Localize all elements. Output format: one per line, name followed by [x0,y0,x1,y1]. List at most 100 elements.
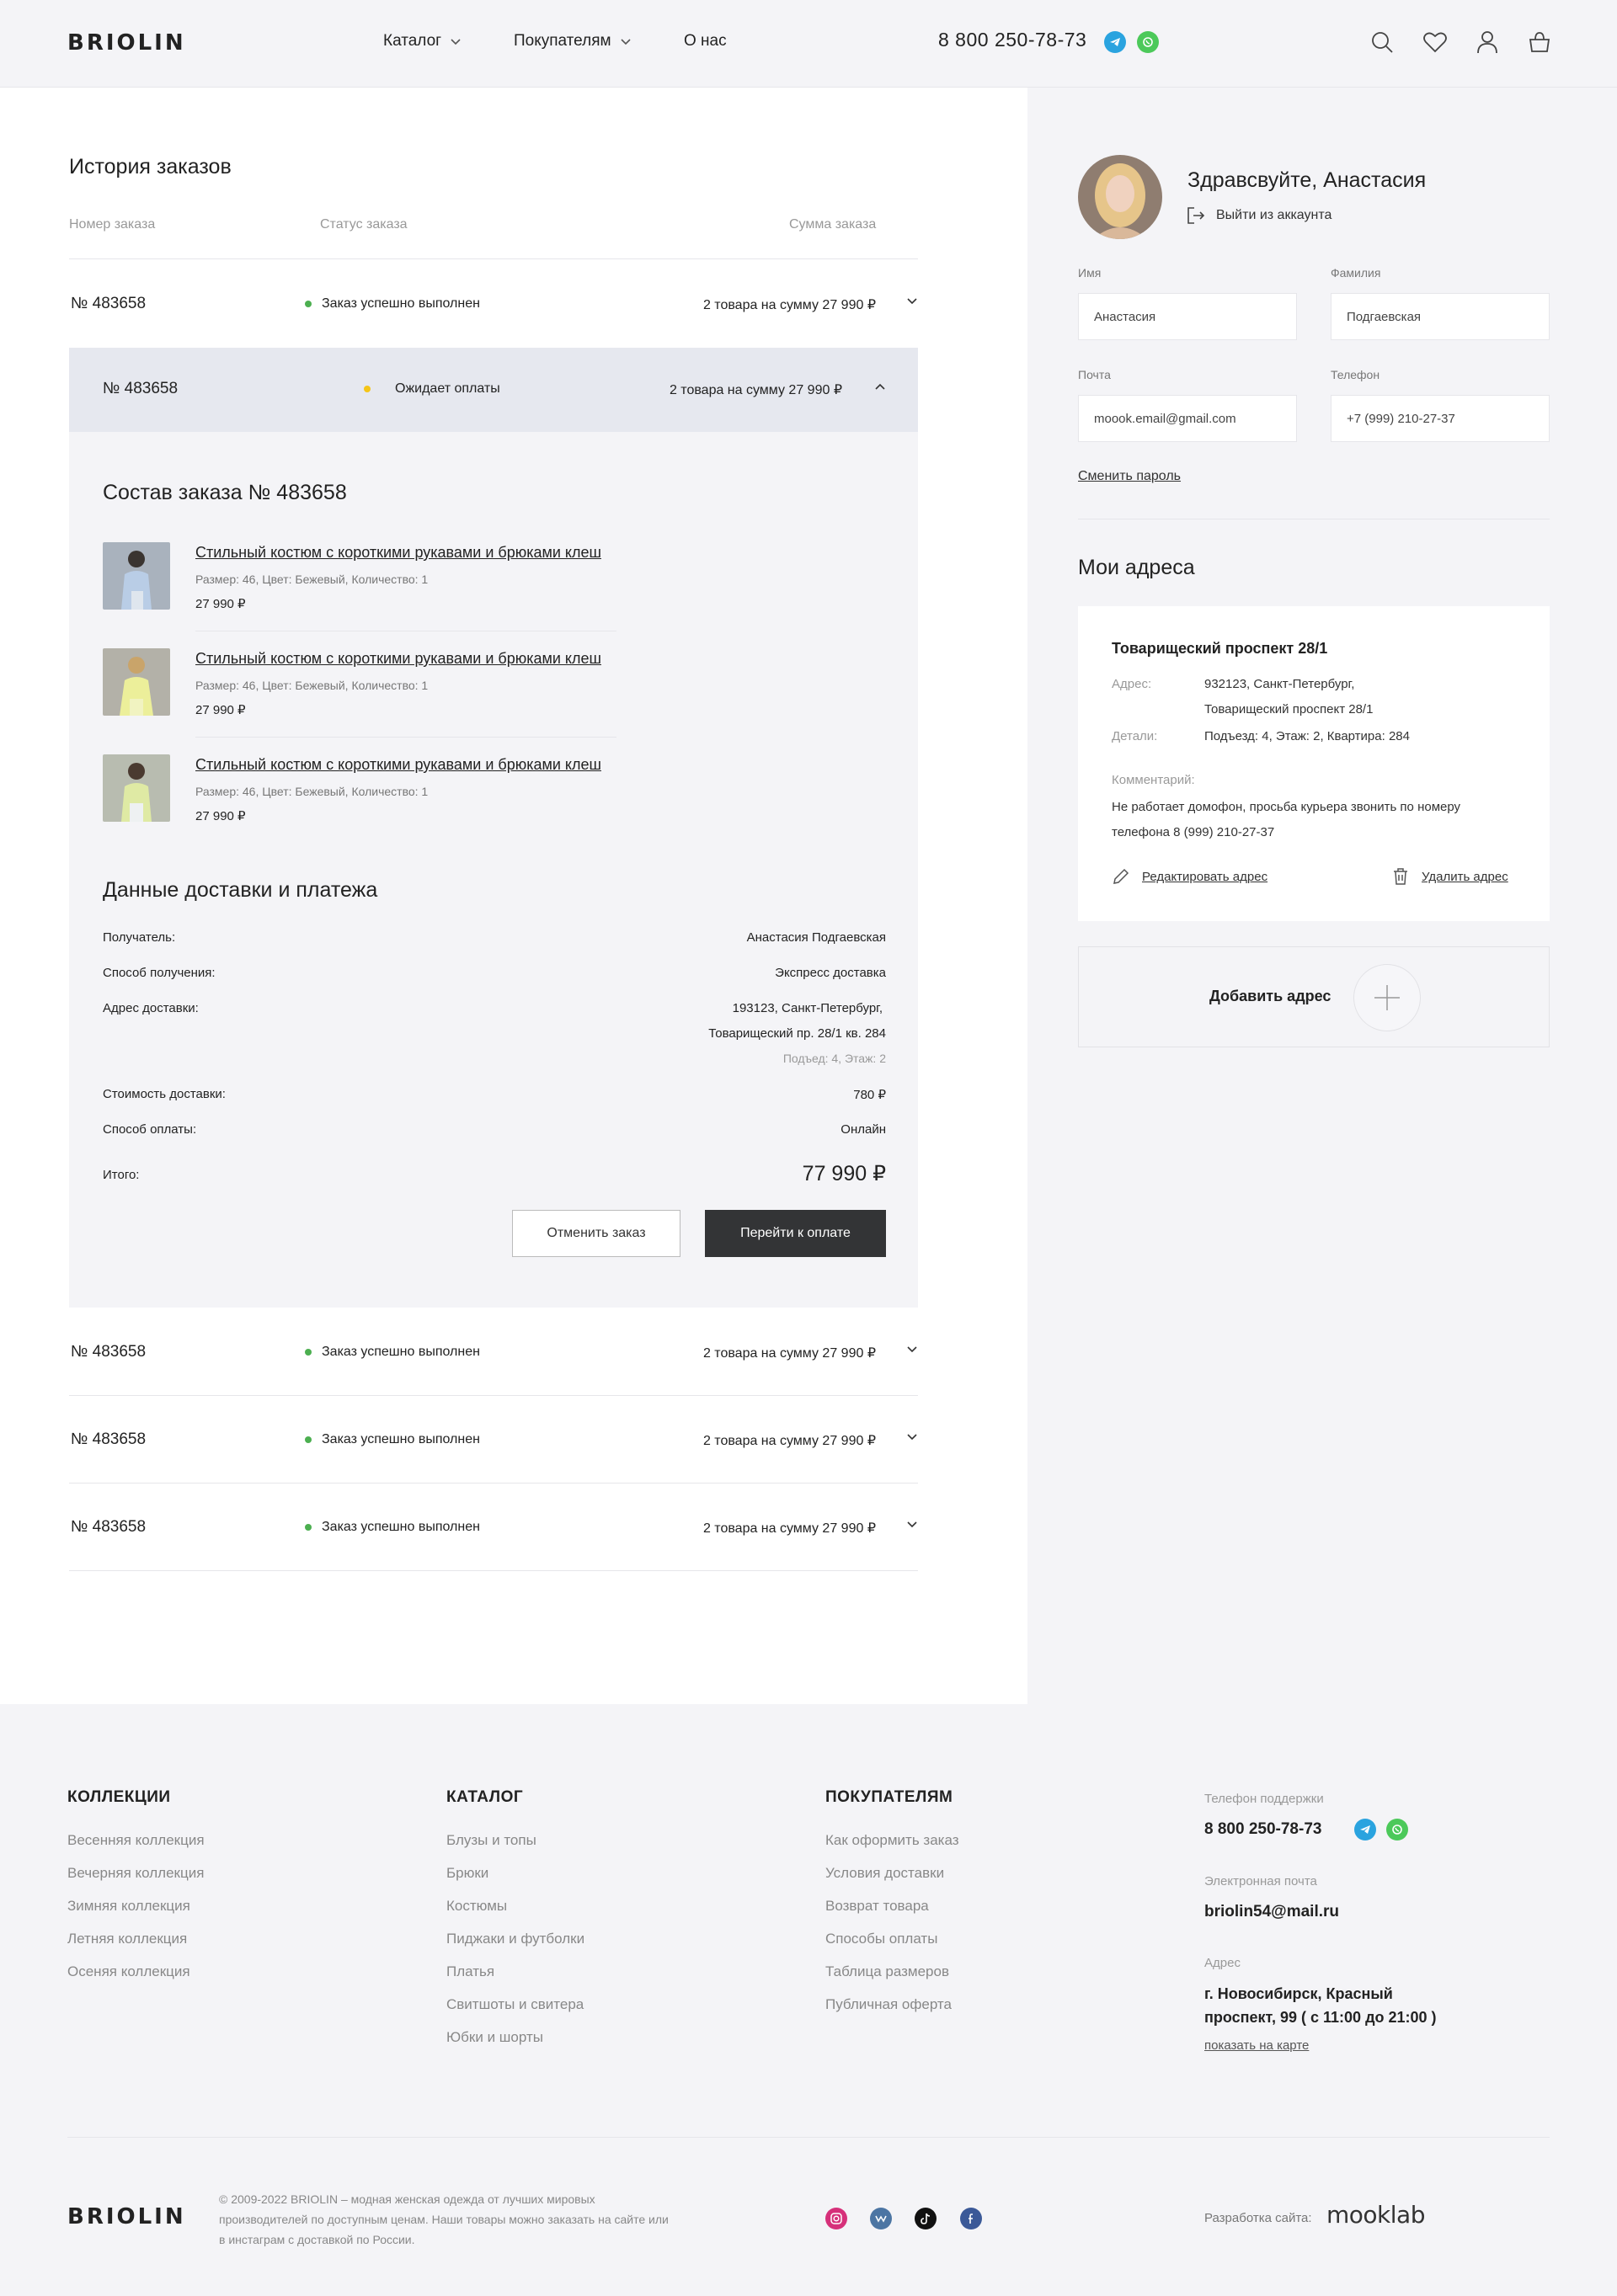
order-sum: 2 товара на сумму 27 990 ₽ [669,383,842,397]
footer-link[interactable]: Костюмы [446,1898,507,1915]
footer-link[interactable]: Свитшоты и свитера [446,1996,584,2013]
composition-title: Состав заказа № 483658 [103,481,347,504]
instagram-icon[interactable] [825,2208,847,2229]
email-field[interactable]: moook.email@gmail.com [1078,395,1297,442]
order-row[interactable]: № 483658 Заказ успешно выполнен 2 товара… [69,1395,918,1483]
status-dot [305,1436,312,1443]
divider [69,1570,918,1571]
vk-icon[interactable] [870,2208,892,2229]
order-number: № 483658 [71,1343,147,1361]
product-name-link[interactable]: Стильный костюм с короткими рукавами и б… [195,544,601,562]
address-card: Товарищеский проспект 28/1 Адрес: 932123… [1078,606,1550,921]
footer-link[interactable]: Пиджаки и футболки [446,1931,584,1947]
footer-link[interactable]: Способы оплаты [825,1931,937,1947]
copyright-line: в инстаграм с доставкой по России. [219,2233,415,2246]
product-meta: Размер: 46, Цвет: Бежевый, Количество: 1 [195,573,429,586]
footer-link[interactable]: Осеняя коллекция [67,1963,190,1980]
facebook-icon[interactable] [960,2208,982,2229]
last-name-label: Фамилия [1331,266,1381,280]
product-name-link[interactable]: Стильный костюм с короткими рукавами и б… [195,650,601,668]
phone-field[interactable]: +7 (999) 210-27-37 [1331,395,1550,442]
cancel-order-button[interactable]: Отменить заказ [512,1210,680,1257]
chevron-down-icon[interactable] [906,1518,918,1530]
product-image[interactable] [103,754,170,822]
greeting: Здравсвуйте, Анастасия [1187,168,1427,192]
recipient-value: Анастасия Подгаевская [746,930,886,945]
order-row[interactable]: № 483658 Заказ успешно выполнен 2 товара… [69,1308,918,1395]
footer-link[interactable]: Публичная оферта [825,1996,952,2013]
chevron-down-icon[interactable] [906,1430,918,1442]
chevron-down-icon[interactable] [906,1343,918,1355]
telegram-icon[interactable] [1354,1819,1376,1841]
developer-logo[interactable]: mooklab [1326,2201,1425,2229]
footer-link[interactable]: Блузы и топы [446,1832,536,1849]
footer-link[interactable]: Весенняя коллекция [67,1832,205,1849]
footer-link[interactable]: Таблица размеров [825,1963,949,1980]
delivery-title: Данные доставки и платежа [103,878,378,902]
order-row-expanded[interactable]: № 483658 Ожидает оплаты 2 товара на сумм… [69,348,918,432]
footer-col-catalog-title: КАТАЛОГ [446,1788,524,1806]
footer-link[interactable]: Юбки и шорты [446,2029,543,2046]
tiktok-icon[interactable] [915,2208,937,2229]
product-image[interactable] [103,648,170,716]
footer-link[interactable]: Вечерняя коллекция [67,1865,204,1882]
footer-link[interactable]: Брюки [446,1865,488,1882]
status-dot [305,1349,312,1356]
chevron-down-icon[interactable] [906,295,918,306]
last-name-field[interactable]: Подгаевская [1331,293,1550,340]
add-address-button[interactable]: Добавить адрес [1078,946,1550,1047]
edit-address-button[interactable]: Редактировать адрес [1112,867,1267,886]
whatsapp-icon[interactable] [1386,1819,1408,1841]
logo[interactable]: BRIOLIN [67,30,186,56]
product-name-link[interactable]: Стильный костюм с короткими рукавами и б… [195,756,601,774]
whatsapp-icon[interactable] [1137,31,1159,53]
footer-logo[interactable]: BRIOLIN [67,2204,186,2229]
chevron-up-icon[interactable] [874,381,886,393]
product-meta: Размер: 46, Цвет: Бежевый, Количество: 1 [195,785,429,798]
footer-link[interactable]: Летняя коллекция [67,1931,187,1947]
product-item: Стильный костюм с короткими рукавами и б… [103,648,616,732]
nav-about-label: О нас [684,32,727,50]
email-label: Электронная почта [1204,1874,1317,1888]
order-status: Заказ успешно выполнен [305,1345,480,1360]
product-item: Стильный костюм с короткими рукавами и б… [103,542,616,626]
order-number: № 483658 [71,295,147,312]
order-status-text: Ожидает оплаты [395,381,500,396]
total-value: 77 990 ₽ [802,1162,886,1185]
footer-email[interactable]: briolin54@mail.ru [1204,1903,1339,1921]
show-on-map-link[interactable]: показать на карте [1204,2038,1309,2053]
footer-link[interactable]: Платья [446,1963,494,1980]
cart-icon[interactable] [1526,29,1553,56]
order-row[interactable]: № 483658 Заказ успешно выполнен 2 товара… [69,259,918,347]
footer-link[interactable]: Возврат товара [825,1898,929,1915]
order-row[interactable]: № 483658 Заказ успешно выполнен 2 товара… [69,1483,918,1570]
footer-link[interactable]: Условия доставки [825,1865,944,1882]
footer-link[interactable]: Как оформить заказ [825,1832,959,1849]
footer-link[interactable]: Зимняя коллекция [67,1898,190,1915]
header-phone[interactable]: 8 800 250-78-73 [938,29,1086,51]
change-password-link[interactable]: Сменить пароль [1078,469,1181,484]
user-icon[interactable] [1474,29,1501,56]
first-name-field[interactable]: Анастасия [1078,293,1297,340]
search-icon[interactable] [1369,29,1396,56]
status-dot [305,1524,312,1531]
plus-icon [1353,964,1421,1031]
delete-address-button[interactable]: Удалить адрес [1391,867,1508,886]
payment-value: Онлайн [841,1122,886,1137]
order-sum: 2 товара на сумму 27 990 ₽ [702,1434,876,1448]
address-label: Адрес [1204,1956,1241,1970]
nav-catalog[interactable]: Каталог [383,32,462,51]
product-image[interactable] [103,542,170,610]
pay-button[interactable]: Перейти к оплате [705,1210,886,1257]
telegram-icon[interactable] [1104,31,1126,53]
heart-icon[interactable] [1422,29,1449,56]
logout-link[interactable]: Выйти из аккаунта [1186,205,1331,226]
recipient-label: Получатель: [103,930,176,945]
nav-about[interactable]: О нас [684,32,727,51]
support-phone[interactable]: 8 800 250-78-73 [1204,1820,1321,1839]
nav-customers[interactable]: Покупателям [514,32,632,51]
order-status-text: Заказ успешно выполнен [322,1520,480,1534]
method-value: Экспресс доставка [775,966,886,980]
col-order-sum: Сумма заказа [789,217,877,232]
order-sum: 2 товара на сумму 27 990 ₽ [702,1521,876,1536]
